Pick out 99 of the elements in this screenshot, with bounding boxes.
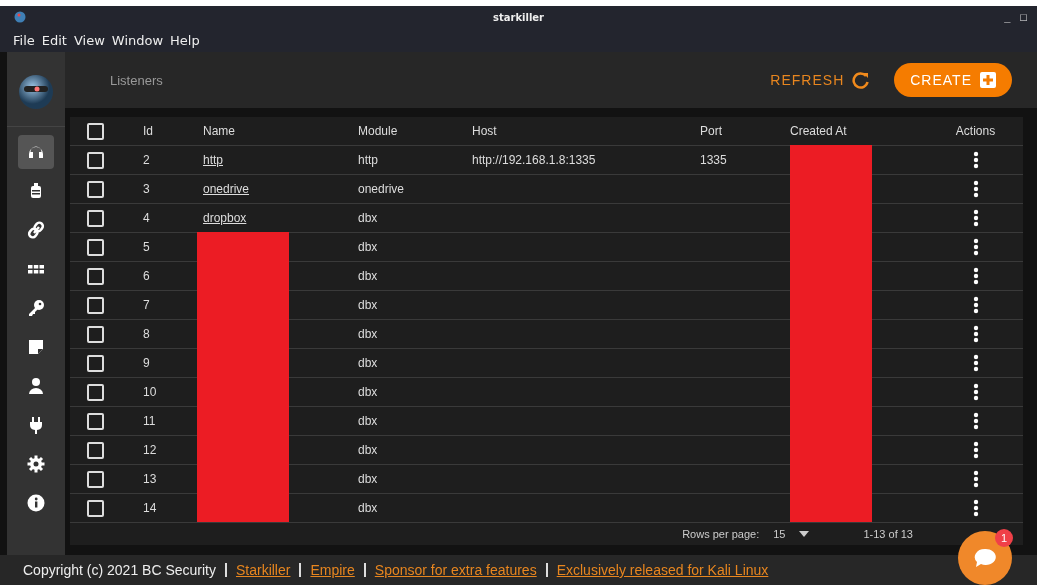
table-cell: dbx <box>358 240 378 254</box>
copyright-text: Copyright (c) 2021 BC Security <box>23 562 216 578</box>
row-checkbox[interactable] <box>87 354 104 372</box>
row-checkbox[interactable] <box>87 412 104 430</box>
note-icon <box>26 337 46 357</box>
more-options-icon[interactable] <box>972 354 979 372</box>
page-title: Listeners <box>110 72 163 88</box>
app-icon <box>14 11 26 23</box>
menu-item[interactable]: View <box>73 32 105 48</box>
row-checkbox[interactable] <box>87 470 104 488</box>
minimize-button[interactable]: _ <box>1002 11 1013 23</box>
table-cell: dbx <box>358 414 378 428</box>
row-checkbox[interactable] <box>87 296 104 314</box>
maximize-button[interactable]: □ <box>1018 11 1029 23</box>
footer-link[interactable]: Sponsor for extra features <box>374 562 537 578</box>
table-cell: 13 <box>143 472 157 486</box>
row-checkbox[interactable] <box>87 238 104 256</box>
table-cell: dbx <box>358 385 378 399</box>
table-cell: 6 <box>143 269 150 283</box>
info-icon <box>26 493 46 513</box>
column-header: Actions <box>955 124 996 138</box>
menu-item[interactable]: Window <box>111 32 164 48</box>
row-checkbox[interactable] <box>87 151 104 169</box>
row-checkbox[interactable] <box>87 180 104 198</box>
table-cell: 2 <box>143 153 150 167</box>
logo-icon <box>18 74 54 110</box>
table-cell: http://192.168.1.8:1335 <box>472 153 596 167</box>
more-options-icon[interactable] <box>972 412 979 430</box>
more-options-icon[interactable] <box>972 238 979 256</box>
more-options-icon[interactable] <box>972 441 979 459</box>
table-cell: 5 <box>143 240 150 254</box>
menu-item[interactable]: Help <box>170 32 200 48</box>
table-cell: 1335 <box>700 153 727 167</box>
rows-per-page-select[interactable]: 15 <box>773 528 786 540</box>
key-icon <box>26 298 46 318</box>
table-cell: 3 <box>143 182 150 196</box>
row-checkbox[interactable] <box>87 267 104 285</box>
separator-icon <box>363 563 366 577</box>
table-cell: dbx <box>358 501 378 515</box>
more-options-icon[interactable] <box>972 151 979 169</box>
row-checkbox[interactable] <box>87 209 104 227</box>
rows-per-page-label: Rows per page: <box>682 528 760 540</box>
table-cell: dbx <box>358 211 378 225</box>
footer-link[interactable]: Exclusively released for Kali Linux <box>556 562 769 578</box>
row-checkbox[interactable] <box>87 441 104 459</box>
table-cell: 8 <box>143 327 150 341</box>
more-options-icon[interactable] <box>972 296 979 314</box>
chat-bubble-icon <box>974 548 996 568</box>
table-cell: 7 <box>143 298 150 312</box>
column-header: Module <box>358 124 398 138</box>
column-header: Host <box>472 124 497 138</box>
listener-link[interactable]: onedrive <box>197 182 250 196</box>
link-icon <box>26 220 46 240</box>
more-options-icon[interactable] <box>972 267 979 285</box>
table-cell: dbx <box>358 443 378 457</box>
table-cell: 10 <box>143 385 157 399</box>
separator-icon <box>224 563 227 577</box>
separator-icon <box>299 563 302 577</box>
more-options-icon[interactable] <box>972 325 979 343</box>
dropdown-icon <box>799 531 810 537</box>
table-cell: dbx <box>358 356 378 370</box>
table-cell: http <box>358 153 378 167</box>
table-cell: dbx <box>358 472 378 486</box>
menu-item[interactable]: Edit <box>41 32 67 48</box>
listener-link[interactable]: dropbox <box>197 211 247 225</box>
select-all-checkbox[interactable] <box>87 122 104 140</box>
column-header: Created At <box>790 124 847 138</box>
plus-icon <box>980 72 996 88</box>
table-cell: dbx <box>358 327 378 341</box>
table-cell: 4 <box>143 211 150 225</box>
footer-link[interactable]: Starkiller <box>235 562 291 578</box>
more-options-icon[interactable] <box>972 180 979 198</box>
table-cell: dbx <box>358 298 378 312</box>
refresh-icon <box>852 71 871 89</box>
more-options-icon[interactable] <box>972 499 979 517</box>
table-cell: onedrive <box>358 182 405 196</box>
row-checkbox[interactable] <box>87 499 104 517</box>
separator-icon <box>545 563 548 577</box>
column-header: Name <box>203 124 235 138</box>
more-options-icon[interactable] <box>972 209 979 227</box>
column-header: Port <box>700 124 722 138</box>
table-cell: 11 <box>143 414 156 428</box>
user-icon <box>26 376 46 396</box>
headphones-nav-button[interactable] <box>18 135 54 169</box>
row-checkbox[interactable] <box>87 325 104 343</box>
table-cell: 12 <box>143 443 157 457</box>
table-cell: 9 <box>143 356 150 370</box>
window-title: starkiller <box>492 11 545 23</box>
listener-link[interactable]: http <box>197 153 223 167</box>
menu-item[interactable]: File <box>13 32 35 48</box>
table-cell: 14 <box>143 501 157 515</box>
row-checkbox[interactable] <box>87 383 104 401</box>
column-header: Id <box>143 124 153 138</box>
more-options-icon[interactable] <box>972 383 979 401</box>
table-cell: dbx <box>358 269 378 283</box>
page-range: 1-13 of 13 <box>863 528 913 540</box>
more-options-icon[interactable] <box>972 470 979 488</box>
footer-link[interactable]: Empire <box>310 562 355 578</box>
refresh-button[interactable]: REFRESH <box>770 71 871 89</box>
